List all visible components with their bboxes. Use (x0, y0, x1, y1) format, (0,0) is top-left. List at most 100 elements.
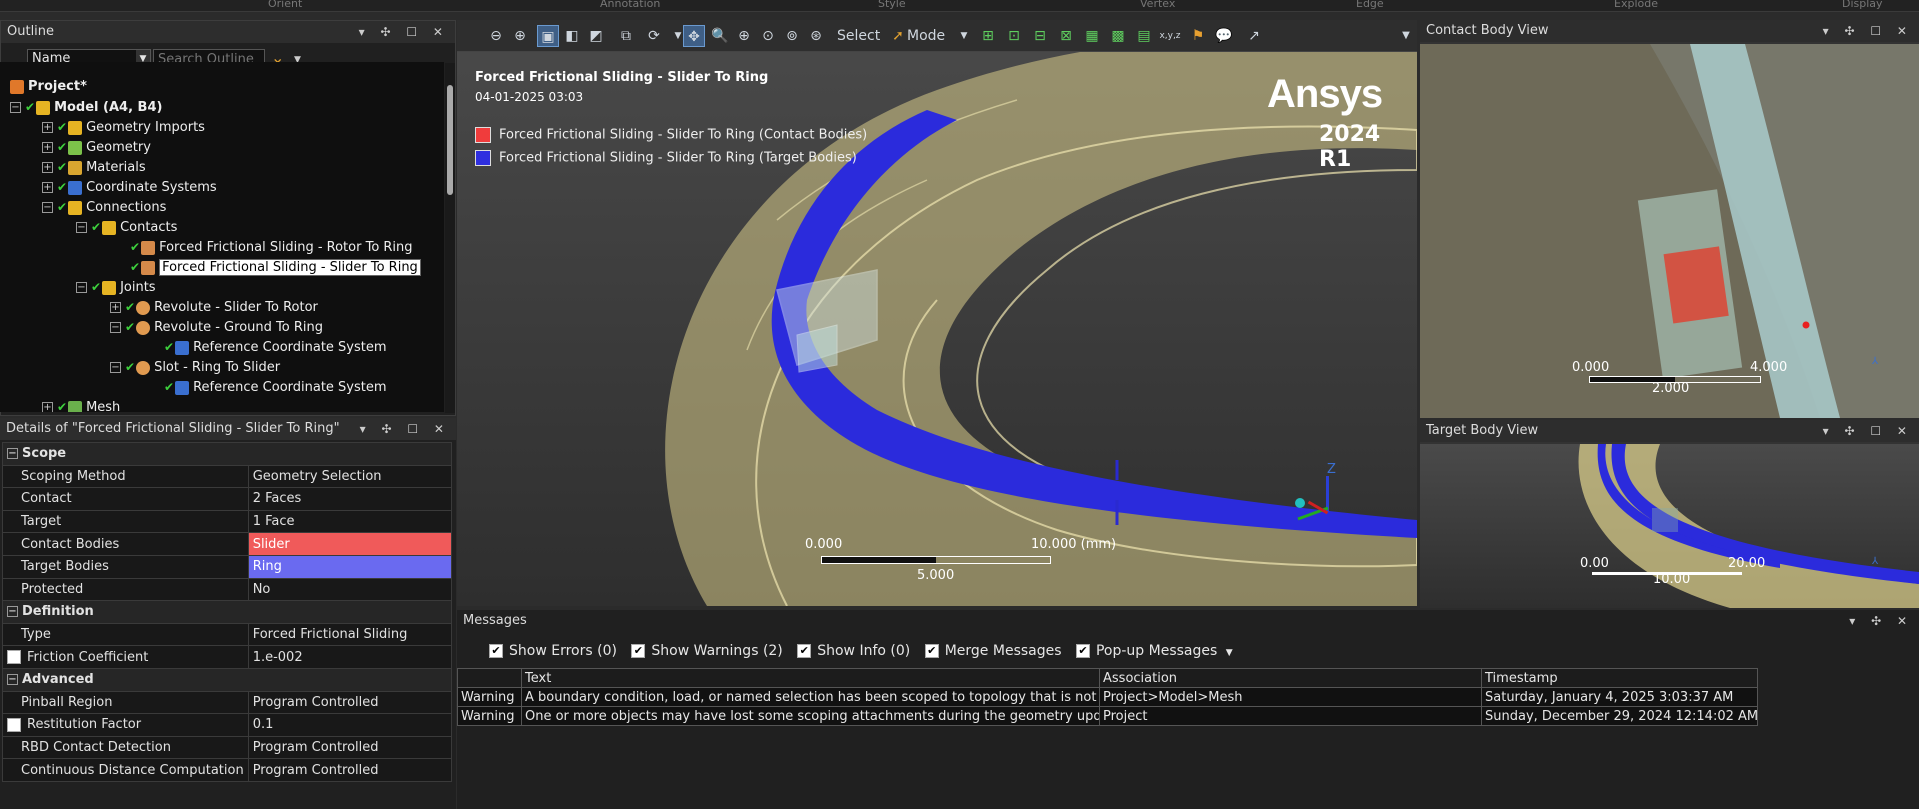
select-button[interactable]: Select (837, 25, 880, 47)
tree-item-geometry[interactable]: + ✔ Geometry (42, 138, 151, 156)
details-row[interactable]: Pinball Region Program Controlled (2, 690, 453, 715)
details-group-definition[interactable]: − Definition (2, 600, 452, 624)
toolbar-overflow-icon[interactable]: ▼ (1395, 25, 1417, 47)
collapse-icon[interactable]: − (76, 282, 87, 293)
outline-scrollbar[interactable] (445, 63, 455, 413)
select-node-icon[interactable]: ▦ (1081, 25, 1103, 47)
message-row[interactable]: Warning One or more objects may have los… (457, 706, 1758, 726)
collapse-icon[interactable]: − (10, 102, 21, 113)
tree-item-reference-cs-1[interactable]: ✔ Reference Coordinate System (164, 338, 387, 356)
expand-icon[interactable]: + (42, 402, 53, 412)
tree-item-reference-cs-2[interactable]: ✔ Reference Coordinate System (164, 378, 387, 396)
tree-item-revolute-slider-to-rotor[interactable]: + ✔ Revolute - Slider To Rotor (110, 298, 318, 316)
chart-icon[interactable]: ↗ (1243, 25, 1265, 47)
parameter-checkbox[interactable] (7, 650, 21, 665)
show-errors-toggle[interactable]: ✔ Show Errors (0) (489, 643, 617, 659)
tree-item-model[interactable]: − ✔ Model (A4, B4) (10, 98, 162, 116)
zoom-out-icon[interactable]: ⊖ (485, 25, 507, 47)
popup-dropdown-icon[interactable]: ▼ (1226, 648, 1233, 658)
contact-view-window-controls[interactable]: ▾ ✣ ☐ ✕ (1823, 20, 1913, 42)
tree-item-slot-ring-to-slider[interactable]: − ✔ Slot - Ring To Slider (110, 358, 280, 376)
collapse-icon[interactable]: − (42, 202, 53, 213)
tree-item-contact-slider-to-ring[interactable]: ✔ Forced Frictional Sliding - Slider To R… (130, 258, 421, 276)
select-element-face-icon[interactable]: ▤ (1133, 25, 1155, 47)
zoom-icon[interactable]: 🔍 (709, 25, 731, 47)
tree-item-joints[interactable]: − ✔ Joints (76, 278, 156, 296)
collapse-icon[interactable]: − (110, 322, 121, 333)
pan-icon[interactable]: ✥ (683, 25, 705, 47)
outline-window-controls[interactable]: ▾ ✣ ☐ ✕ (359, 21, 449, 43)
details-row[interactable]: Contact Bodies Slider (2, 532, 453, 556)
tree-item-contact-rotor-to-ring[interactable]: ✔ Forced Frictional Sliding - Rotor To Ri… (130, 238, 413, 256)
details-row[interactable]: Type Forced Frictional Sliding (2, 622, 453, 647)
collapse-icon[interactable]: − (76, 222, 87, 233)
mode-button[interactable]: Mode (907, 25, 945, 47)
show-warnings-checkbox[interactable]: ✔ (631, 644, 646, 658)
outline-scrollbar-thumb[interactable] (447, 85, 453, 195)
coordinates-icon[interactable]: x,y,z (1159, 25, 1181, 47)
expand-icon[interactable]: + (42, 142, 53, 153)
show-errors-checkbox[interactable]: ✔ (489, 644, 503, 658)
details-group-scope[interactable]: − Scope (2, 442, 452, 466)
collapse-icon[interactable]: − (110, 362, 121, 373)
details-row[interactable]: Continuous Distance Computation Program C… (2, 758, 453, 782)
expand-icon[interactable]: + (42, 122, 53, 133)
magnifier-icon[interactable]: ⊛ (805, 25, 827, 47)
details-group-advanced[interactable]: − Advanced (2, 667, 452, 692)
select-body-icon[interactable]: ⊠ (1055, 25, 1077, 47)
expand-icon[interactable]: + (42, 162, 53, 173)
zoom-box-icon[interactable]: ⊕ (733, 25, 755, 47)
target-bodies-value[interactable]: Ring (247, 554, 453, 579)
collapse-icon[interactable]: − (7, 606, 18, 618)
zoom-fit-icon[interactable]: ⊙ (757, 25, 779, 47)
cursor-icon[interactable]: ➚ (887, 25, 909, 47)
tree-item-contacts[interactable]: − ✔ Contacts (76, 218, 177, 236)
select-element-icon[interactable]: ▩ (1107, 25, 1129, 47)
tree-item-coordinate-systems[interactable]: + ✔ Coordinate Systems (42, 178, 217, 196)
message-row[interactable]: Warning A boundary condition, load, or n… (457, 687, 1758, 707)
solid-view-icon[interactable]: ▣ (537, 25, 559, 47)
show-edges-icon[interactable]: ◩ (585, 25, 607, 47)
show-info-checkbox[interactable]: ✔ (797, 644, 812, 658)
details-row[interactable]: Contact 2 Faces (2, 487, 453, 511)
collapse-icon[interactable]: − (7, 674, 18, 686)
details-row[interactable]: Restitution Factor 0.1 (2, 713, 453, 737)
show-warnings-toggle[interactable]: ✔ Show Warnings (2) (631, 643, 783, 659)
comment-icon[interactable]: 💬 (1213, 25, 1235, 47)
graphics-viewport[interactable]: Forced Frictional Sliding - Slider To Ri… (457, 20, 1417, 606)
tree-item-connections[interactable]: − ✔ Connections (42, 198, 166, 216)
details-row[interactable]: RBD Contact Detection Program Controlled (2, 735, 453, 760)
popup-messages-checkbox[interactable]: ✔ (1075, 644, 1090, 658)
tree-item-revolute-ground-to-ring[interactable]: − ✔ Revolute - Ground To Ring (110, 318, 323, 336)
tree-item-mesh[interactable]: + ✔ Mesh (42, 398, 120, 412)
target-view-window-controls[interactable]: ▾ ✣ ☐ ✕ (1823, 420, 1913, 442)
zoom-selection-icon[interactable]: ⊚ (781, 25, 803, 47)
contact-view-render[interactable] (1420, 44, 1919, 418)
rotate-icon[interactable]: ⟳ (643, 25, 665, 47)
expand-icon[interactable]: + (42, 182, 53, 193)
contact-bodies-value[interactable]: Slider (247, 532, 453, 556)
zoom-in-icon[interactable]: ⊕ (509, 25, 531, 47)
wireframe-view-icon[interactable]: ◧ (561, 25, 583, 47)
select-edge-icon[interactable]: ⊡ (1003, 25, 1025, 47)
tree-item-materials[interactable]: + ✔ Materials (42, 158, 146, 176)
select-vertex-icon[interactable]: ⊞ (977, 25, 999, 47)
details-row[interactable]: Friction Coefficient 1.e-002 (2, 645, 453, 669)
messages-window-controls[interactable]: ▾ ✣ ✕ (1849, 610, 1913, 632)
tree-item-project[interactable]: Project* (10, 78, 87, 96)
details-row[interactable]: Target 1 Face (2, 509, 453, 534)
details-row[interactable]: Scoping Method Geometry Selection (2, 464, 453, 489)
details-row[interactable]: Target Bodies Ring (2, 554, 453, 579)
select-face-icon[interactable]: ⊟ (1029, 25, 1051, 47)
parameter-checkbox[interactable] (7, 717, 21, 732)
collapse-icon[interactable]: − (7, 448, 18, 460)
expand-icon[interactable]: + (110, 302, 121, 313)
details-row[interactable]: Protected No (2, 577, 453, 602)
merge-messages-checkbox[interactable]: ✔ (924, 644, 939, 658)
popup-messages-toggle[interactable]: ✔ Pop-up Messages (1075, 643, 1217, 659)
mode-dropdown-icon[interactable]: ▼ (953, 25, 975, 47)
section-icon[interactable]: ⧉ (615, 25, 637, 47)
merge-messages-toggle[interactable]: ✔ Merge Messages (924, 643, 1062, 659)
tree-item-geometry-imports[interactable]: + ✔ Geometry Imports (42, 118, 205, 136)
label-icon[interactable]: ⚑ (1187, 25, 1209, 47)
